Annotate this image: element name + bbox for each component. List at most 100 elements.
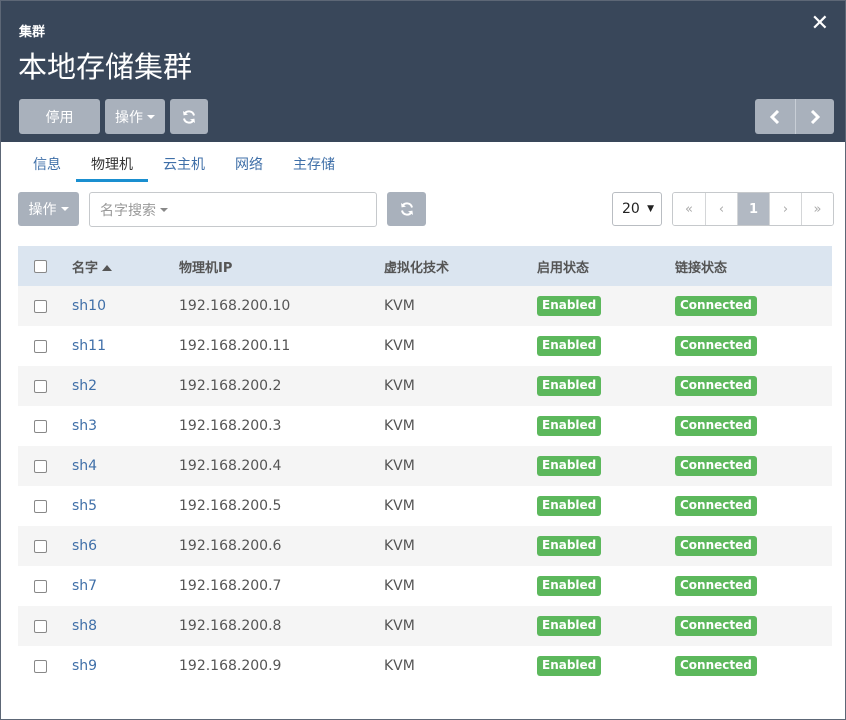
tab-hosts[interactable]: 物理机 bbox=[76, 142, 148, 182]
host-name-link[interactable]: sh4 bbox=[72, 458, 97, 474]
operations-label: 操作 bbox=[115, 109, 143, 126]
tab-primary-storage[interactable]: 主存储 bbox=[278, 142, 350, 182]
tab-network[interactable]: 网络 bbox=[220, 142, 278, 182]
host-virtualization: KVM bbox=[384, 378, 415, 394]
tab-info[interactable]: 信息 bbox=[18, 142, 76, 182]
pagination: « ‹ 1 › » bbox=[672, 192, 834, 226]
host-virtualization: KVM bbox=[384, 298, 415, 314]
host-virtualization: KVM bbox=[384, 618, 415, 634]
host-name-link[interactable]: sh10 bbox=[72, 298, 106, 314]
column-header-ip: 物理机IP bbox=[179, 260, 233, 276]
breadcrumb: 集群 bbox=[19, 25, 46, 40]
page-size-select[interactable]: 20 ▼ bbox=[612, 192, 662, 226]
column-header-connection-state: 链接状态 bbox=[675, 260, 728, 276]
refresh-icon bbox=[400, 202, 413, 216]
host-virtualization: KVM bbox=[384, 578, 415, 594]
next-item-button[interactable] bbox=[795, 99, 834, 134]
disable-button-label: 停用 bbox=[45, 109, 74, 126]
last-page-button[interactable]: » bbox=[801, 193, 833, 225]
table-row: sh3 192.168.200.3 KVM Enabled Connected bbox=[18, 406, 832, 446]
host-ip: 192.168.200.8 bbox=[179, 618, 282, 634]
host-name-link[interactable]: sh2 bbox=[72, 378, 97, 394]
host-ip: 192.168.200.3 bbox=[179, 418, 282, 434]
table-operations-label: 操作 bbox=[28, 202, 57, 218]
table-refresh-button[interactable] bbox=[387, 192, 426, 226]
host-name-link[interactable]: sh9 bbox=[72, 658, 97, 674]
table-operations-button[interactable]: 操作 bbox=[18, 192, 79, 226]
enabled-status-badge: Enabled bbox=[537, 616, 602, 636]
next-page-button[interactable]: › bbox=[769, 193, 801, 225]
caret-down-icon bbox=[60, 207, 69, 211]
select-all-checkbox[interactable] bbox=[34, 259, 47, 273]
header-refresh-button[interactable] bbox=[170, 99, 208, 134]
column-header-enabled-state: 启用状态 bbox=[537, 260, 590, 276]
host-virtualization: KVM bbox=[384, 458, 415, 474]
disable-button[interactable]: 停用 bbox=[19, 99, 100, 134]
dropdown-arrow-icon: ▼ bbox=[647, 204, 654, 214]
page-size-value: 20 bbox=[622, 201, 640, 217]
connection-status-badge: Connected bbox=[675, 576, 757, 596]
host-name-link[interactable]: sh5 bbox=[72, 498, 97, 514]
row-checkbox[interactable] bbox=[34, 459, 47, 473]
tab-vm-instances[interactable]: 云主机 bbox=[148, 142, 220, 182]
host-ip: 192.168.200.11 bbox=[179, 338, 291, 354]
enabled-status-badge: Enabled bbox=[537, 336, 602, 356]
table-row: sh10 192.168.200.10 KVM Enabled Connected bbox=[18, 286, 832, 326]
connection-status-badge: Connected bbox=[675, 456, 757, 476]
table-header-row: 名字 物理机IP 虚拟化技术 启用状态 链接状态 bbox=[18, 246, 832, 286]
host-name-link[interactable]: sh6 bbox=[72, 538, 97, 554]
row-checkbox[interactable] bbox=[34, 299, 47, 313]
dialog-header: 集群 本地存储集群 ✕ 停用 操作 bbox=[1, 1, 845, 142]
table-row: sh8 192.168.200.8 KVM Enabled Connected bbox=[18, 606, 832, 646]
search-field-dropdown-icon[interactable] bbox=[160, 207, 168, 212]
column-header-name-label: 名字 bbox=[72, 260, 99, 276]
connection-status-badge: Connected bbox=[675, 536, 757, 556]
column-header-name[interactable]: 名字 bbox=[72, 257, 113, 276]
host-name-link[interactable]: sh3 bbox=[72, 418, 97, 434]
host-virtualization: KVM bbox=[384, 418, 415, 434]
enabled-status-badge: Enabled bbox=[537, 496, 602, 516]
host-name-link[interactable]: sh8 bbox=[72, 618, 97, 634]
host-ip: 192.168.200.4 bbox=[179, 458, 282, 474]
refresh-icon bbox=[183, 109, 195, 124]
tab-bar: 信息 物理机 云主机 网络 主存储 bbox=[18, 142, 350, 182]
row-checkbox[interactable] bbox=[34, 339, 47, 353]
host-virtualization: KVM bbox=[384, 538, 415, 554]
row-checkbox[interactable] bbox=[34, 419, 47, 433]
row-checkbox[interactable] bbox=[34, 619, 47, 633]
table-row: sh5 192.168.200.5 KVM Enabled Connected bbox=[18, 486, 832, 526]
prev-page-button[interactable]: ‹ bbox=[705, 193, 737, 225]
connection-status-badge: Connected bbox=[675, 656, 757, 676]
enabled-status-badge: Enabled bbox=[537, 376, 602, 396]
host-ip: 192.168.200.10 bbox=[179, 298, 291, 314]
row-checkbox[interactable] bbox=[34, 659, 47, 673]
table-body: sh10 192.168.200.10 KVM Enabled Connected sh1… bbox=[18, 286, 832, 686]
close-icon[interactable]: ✕ bbox=[811, 11, 829, 37]
host-ip: 192.168.200.5 bbox=[179, 498, 282, 514]
table-row: sh11 192.168.200.11 KVM Enabled Connected bbox=[18, 326, 832, 366]
row-checkbox[interactable] bbox=[34, 499, 47, 513]
host-name-link[interactable]: sh11 bbox=[72, 338, 106, 354]
first-page-button[interactable]: « bbox=[673, 193, 705, 225]
enabled-status-badge: Enabled bbox=[537, 456, 602, 476]
previous-item-button[interactable] bbox=[755, 99, 795, 134]
row-checkbox[interactable] bbox=[34, 579, 47, 593]
operations-dropdown-button[interactable]: 操作 bbox=[105, 99, 165, 134]
column-header-virtualization: 虚拟化技术 bbox=[384, 260, 450, 276]
enabled-status-badge: Enabled bbox=[537, 576, 602, 596]
row-checkbox[interactable] bbox=[34, 539, 47, 553]
host-name-link[interactable]: sh7 bbox=[72, 578, 97, 594]
chevron-right-icon bbox=[810, 109, 821, 124]
page-1-button[interactable]: 1 bbox=[737, 193, 769, 225]
table-row: sh7 192.168.200.7 KVM Enabled Connected bbox=[18, 566, 832, 606]
table-row: sh2 192.168.200.2 KVM Enabled Connected bbox=[18, 366, 832, 406]
sort-asc-icon bbox=[102, 265, 113, 271]
search-placeholder: 名字搜索 bbox=[100, 202, 156, 219]
connection-status-badge: Connected bbox=[675, 496, 757, 516]
connection-status-badge: Connected bbox=[675, 616, 757, 636]
enabled-status-badge: Enabled bbox=[537, 656, 602, 676]
row-checkbox[interactable] bbox=[34, 379, 47, 393]
table-row: sh9 192.168.200.9 KVM Enabled Connected bbox=[18, 646, 832, 686]
search-input[interactable]: 名字搜索 bbox=[89, 192, 377, 227]
hosts-table: 名字 物理机IP 虚拟化技术 启用状态 链接状态 sh10 192.168.200… bbox=[18, 246, 832, 686]
